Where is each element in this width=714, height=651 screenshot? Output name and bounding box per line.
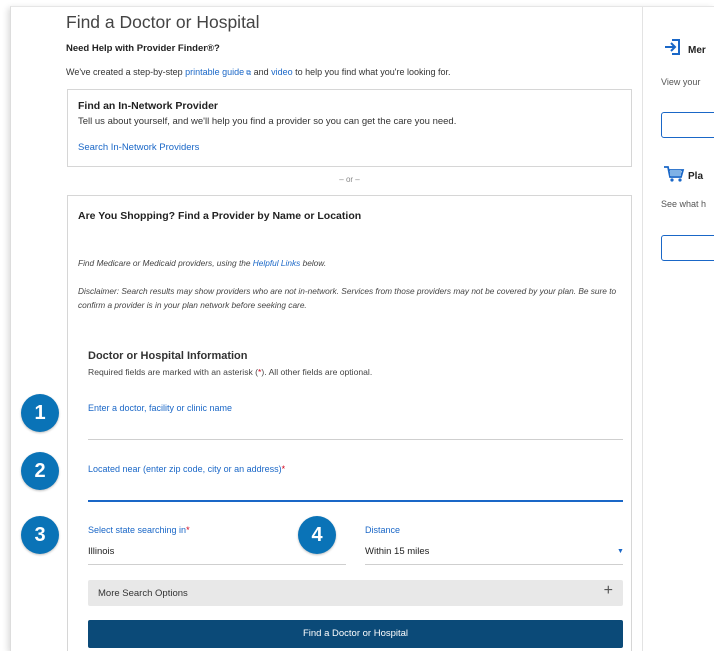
section-heading: Doctor or Hospital Information xyxy=(88,350,248,362)
more-search-options-label: More Search Options xyxy=(98,588,188,599)
required-note-suffix: ). All other fields are optional. xyxy=(261,367,373,377)
callout-badge-4: 4 xyxy=(298,516,336,554)
required-note: Required fields are marked with an aster… xyxy=(88,367,372,377)
state-select-underline[interactable] xyxy=(88,564,346,565)
medicare-note-prefix: Find Medicare or Medicaid providers, usi… xyxy=(78,258,253,268)
state-field-label: Select state searching in* xyxy=(88,525,190,535)
sidebar-item1-desc: View your xyxy=(661,77,701,87)
page-title: Find a Doctor or Hospital xyxy=(66,12,260,32)
callout-badge-3: 3 xyxy=(21,516,59,554)
sidebar-item2-desc: See what h xyxy=(661,199,707,209)
in-network-heading: Find an In-Network Provider xyxy=(78,100,219,112)
required-note-prefix: Required fields are marked with an aster… xyxy=(88,367,259,377)
location-required-asterisk: * xyxy=(281,464,286,474)
location-field-underline[interactable] xyxy=(88,500,623,502)
sign-in-icon xyxy=(663,37,683,62)
location-field-label: Located near (enter zip code, city or an… xyxy=(88,464,285,474)
search-in-network-link[interactable]: Search In-Network Providers xyxy=(78,142,199,153)
in-network-description: Tell us about yourself, and we'll help y… xyxy=(78,116,457,127)
distance-select[interactable]: Within 15 miles xyxy=(365,546,429,557)
plus-icon[interactable]: + xyxy=(604,582,613,600)
helpful-links-link[interactable]: Helpful Links xyxy=(253,258,301,268)
help-prefix: We've created a step-by-step xyxy=(66,67,186,77)
name-field-underline[interactable] xyxy=(88,439,623,440)
callout-badge-2: 2 xyxy=(21,452,59,490)
right-sidebar: Mer View your Pla See what h xyxy=(643,7,714,651)
state-field-label-text: Select state searching in xyxy=(88,525,187,535)
main-content: Find a Doctor or Hospital Need Help with… xyxy=(11,7,643,651)
location-field-label-text: Located near (enter zip code, city or an… xyxy=(88,464,282,474)
chevron-down-icon[interactable]: ▼ xyxy=(617,548,624,555)
printable-guide-link[interactable]: printable guide xyxy=(185,67,244,77)
callout-badge-1: 1 xyxy=(21,394,59,432)
state-select[interactable]: Illinois xyxy=(88,546,114,557)
find-doctor-button[interactable]: Find a Doctor or Hospital xyxy=(88,620,623,648)
state-required-asterisk: * xyxy=(186,525,190,535)
help-mid: and xyxy=(251,67,272,77)
medicare-note-suffix: below. xyxy=(300,258,327,268)
cart-icon xyxy=(663,165,685,188)
name-field-label: Enter a doctor, facility or clinic name xyxy=(88,403,233,413)
app-window: Find a Doctor or Hospital Need Help with… xyxy=(10,6,714,651)
help-title: Need Help with Provider Finder®? xyxy=(66,43,220,54)
help-text: We've created a step-by-step printable g… xyxy=(66,67,450,78)
sidebar-item1-title: Mer xyxy=(688,45,706,56)
medicare-note: Find Medicare or Medicaid providers, usi… xyxy=(78,258,326,268)
sidebar-item2-title: Pla xyxy=(688,171,704,182)
video-link[interactable]: video xyxy=(271,67,293,77)
in-network-card: Find an In-Network Provider Tell us abou… xyxy=(67,89,632,167)
sidebar-item1-button[interactable] xyxy=(661,112,714,138)
distance-field-label: Distance xyxy=(365,525,401,535)
sidebar-item2-button[interactable] xyxy=(661,235,714,261)
disclaimer: Disclaimer: Search results may show prov… xyxy=(78,286,617,310)
help-suffix: to help you find what you're looking for… xyxy=(292,67,451,77)
or-divider: – or – xyxy=(339,175,360,184)
distance-select-underline[interactable] xyxy=(365,564,623,565)
shopping-heading: Are You Shopping? Find a Provider by Nam… xyxy=(78,210,362,222)
shopping-card: Are You Shopping? Find a Provider by Nam… xyxy=(67,195,632,651)
more-search-options-toggle[interactable]: More Search Options + xyxy=(88,580,623,606)
